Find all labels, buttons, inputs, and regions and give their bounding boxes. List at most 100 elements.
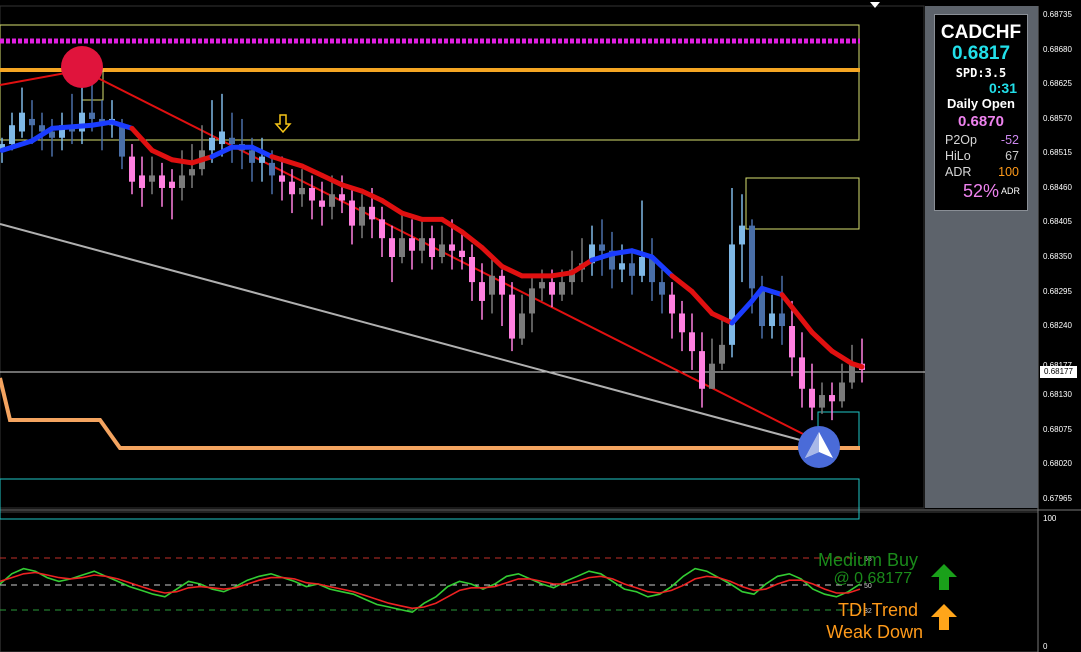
up-arrow-icon [931, 604, 957, 630]
candle-body [829, 395, 835, 402]
candle-body [389, 238, 395, 257]
indicator-axis-min: 0 [1043, 642, 1048, 651]
candle-body [429, 238, 435, 257]
chart-canvas[interactable]: 68 50 32 [0, 0, 1081, 652]
info-panel: CADCHF 0.6817 SPD:3.5 0:31 Daily Open 0.… [934, 14, 1028, 211]
candle-body [779, 313, 785, 327]
candle-body [839, 382, 845, 402]
stat-value: -52 [1000, 133, 1019, 147]
candle-body [739, 225, 745, 245]
candle-body [809, 388, 815, 408]
price-axis-tick: 0.68130 [1043, 390, 1072, 400]
stat-row-hilo: HiLo 67 [935, 148, 1027, 164]
candle-body [19, 112, 25, 132]
tdi-trend-label: TDI Trend [837, 600, 918, 620]
price-axis-tick: 0.68020 [1043, 459, 1072, 469]
candle-body [169, 181, 175, 188]
candle-body [399, 238, 405, 257]
price-axis-tick: 0.68075 [1043, 424, 1072, 434]
candle-body [229, 137, 235, 145]
candle-body [149, 175, 155, 182]
price-axis-tick: 0.68735 [1043, 10, 1072, 20]
price-axis-tick: 0.68625 [1043, 79, 1072, 89]
price-axis-tick: 0.68240 [1043, 321, 1072, 331]
current-price-tag: 0.68177 [1040, 366, 1077, 378]
moving-average-segment [169, 157, 195, 166]
candle-body [89, 112, 95, 119]
price-axis-tick: 0.68350 [1043, 252, 1072, 261]
candle-body [559, 282, 565, 295]
candle-body [279, 175, 285, 182]
candle-body [819, 395, 825, 408]
candle-body [119, 125, 125, 157]
candle-body [539, 282, 545, 289]
moving-average-segment [849, 361, 865, 370]
candle-body [629, 263, 635, 276]
candle-body [379, 219, 385, 239]
candle-body [489, 275, 495, 295]
swing-high-marker [61, 46, 103, 88]
price-axis-tick: 0.68295 [1043, 286, 1072, 296]
price-axis-tick: 0.68515 [1043, 148, 1072, 158]
candle-body [129, 156, 135, 182]
candle-body [769, 313, 775, 327]
moving-average-segment [609, 248, 635, 257]
spread-value: SPD:3.5 [955, 66, 1007, 80]
candle-body [319, 200, 325, 207]
candle-body [799, 357, 805, 389]
adr-percent-tag: ADR [1001, 186, 1021, 196]
adr-percent-value: 52% [962, 181, 1000, 201]
candle-body [139, 175, 145, 188]
stat-label: HiLo [945, 149, 971, 163]
candle-body [659, 282, 665, 295]
daily-open-label: Daily Open [947, 96, 1015, 111]
stat-value: 67 [1005, 149, 1019, 163]
candle-body [449, 244, 455, 251]
adr-percent: 52% ADR [935, 181, 1027, 202]
candle-body [789, 326, 795, 358]
symbol-name: CADCHF [940, 22, 1022, 43]
medium-buy-price: @ 0.68177 [833, 570, 912, 587]
stat-label: P2Op [945, 133, 977, 147]
price-axis-tick: 0.68405 [1043, 217, 1072, 227]
indicator-axis-max: 100 [1043, 514, 1057, 523]
candle-body [339, 194, 345, 201]
candle-body [219, 131, 225, 145]
candle-body [469, 257, 475, 283]
stat-value: 100 [998, 165, 1019, 179]
candle-body [549, 282, 555, 295]
stat-row-p2op: P2Op -52 [935, 132, 1027, 148]
candle-body [519, 313, 525, 339]
candle-body [299, 187, 305, 195]
candle-body [309, 187, 315, 201]
price-axis-tick: 0.68680 [1043, 44, 1072, 54]
current-price: 0.6817 [951, 43, 1011, 64]
candle-body [749, 225, 755, 289]
weak-down-label: Weak Down [826, 622, 923, 642]
candle-body [439, 244, 445, 257]
candle-body [479, 282, 485, 301]
candle-body [259, 156, 265, 163]
price-axis-tick: 0.67965 [1043, 493, 1072, 503]
moving-average-segment [89, 119, 115, 128]
candle-body [619, 263, 625, 270]
candle-body [639, 257, 645, 276]
logo-marker [798, 426, 840, 468]
candle-body [729, 244, 735, 345]
medium-buy-label: Medium Buy [817, 550, 918, 570]
candle-body [269, 162, 275, 176]
candle-body [709, 363, 715, 389]
candle-body [359, 206, 365, 226]
candle-body [529, 288, 535, 314]
candle-body [509, 294, 515, 339]
stat-label: ADR [945, 165, 972, 179]
candle-body [209, 137, 215, 151]
price-axis-tick: 0.68570 [1043, 113, 1072, 123]
candle-body [9, 125, 15, 145]
daily-open-value: 0.6870 [958, 113, 1004, 130]
candle-body [189, 169, 195, 176]
moving-average-segment [549, 270, 575, 279]
candle-body [249, 150, 255, 163]
candle-body [669, 294, 675, 314]
candle-body [349, 200, 355, 226]
